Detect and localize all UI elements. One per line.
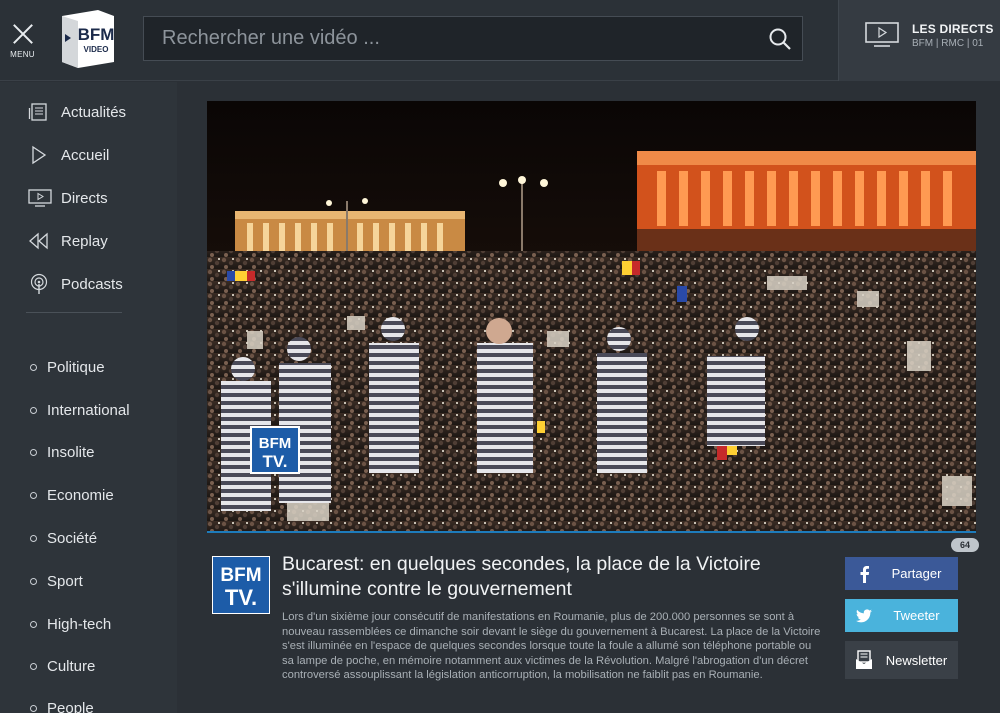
sidebar-category-politique[interactable]: Politique — [30, 354, 105, 380]
logo-text-top: BFM — [78, 25, 115, 44]
article-description: Lors d'un sixième jour consécutif de man… — [282, 611, 821, 682]
category-label: Insolite — [47, 443, 95, 461]
sidebar-item-actualites[interactable]: Actualités — [28, 97, 126, 127]
article-title: Bucarest: en quelques secondes, la place… — [282, 553, 761, 600]
video-frame: BFM TV. — [207, 101, 976, 531]
video-player[interactable]: BFM TV. — [207, 101, 976, 533]
facebook-share-label: Partager — [891, 566, 942, 581]
category-label: International — [47, 401, 130, 419]
bullet-icon — [30, 406, 37, 414]
category-label: Société — [47, 529, 98, 547]
sidebar-item-directs[interactable]: Directs — [28, 183, 108, 213]
sidebar-divider — [26, 312, 122, 313]
sidebar-category-insolite[interactable]: Insolite — [30, 439, 95, 465]
search-bar[interactable]: Rechercher une vidéo ... — [143, 16, 803, 61]
live-channels-button[interactable]: LES DIRECTS BFM | RMC | 01 — [838, 0, 1000, 81]
sidebar-category-international[interactable]: International — [30, 397, 130, 423]
bullet-icon — [30, 662, 37, 670]
rewind-icon — [28, 231, 56, 251]
bfmtv-logo[interactable]: BFM TV. — [212, 556, 270, 614]
bullet-icon — [30, 448, 37, 456]
category-label: Politique — [47, 358, 105, 376]
facebook-share-button[interactable]: Partager — [845, 557, 958, 590]
category-label: High-tech — [47, 615, 112, 633]
newsletter-button[interactable]: Newsletter — [845, 641, 958, 679]
main-content: BFM TV. 64 BFM TV. Bucarest: en quelques… — [177, 82, 1000, 713]
search-icon[interactable] — [758, 17, 802, 61]
sidebar-item-accueil[interactable]: Accueil — [28, 140, 109, 170]
directs-channels: BFM | RMC | 01 — [912, 38, 984, 49]
view-count-badge: 64 — [951, 538, 979, 552]
bullet-icon — [30, 704, 37, 712]
category-label: Sport — [47, 572, 83, 590]
sidebar-category-societe[interactable]: Société — [30, 525, 97, 551]
bullet-icon — [30, 491, 37, 499]
play-outline-icon — [28, 145, 56, 165]
sidebar: Actualités Accueil Directs Replay Podcas… — [0, 82, 177, 713]
logo-text-top: BFM — [220, 565, 261, 586]
bullet-icon — [30, 620, 37, 628]
bullet-icon — [30, 363, 37, 371]
sidebar-item-label: Directs — [61, 189, 108, 207]
sidebar-item-label: Replay — [61, 232, 108, 250]
logo-text-bottom: VIDEO — [84, 45, 109, 54]
tv-icon — [865, 22, 899, 47]
top-header: MENU BFM VIDEO Rechercher une vidéo ... … — [0, 0, 1000, 81]
close-icon — [12, 23, 34, 45]
menu-button[interactable]: MENU — [0, 0, 45, 81]
category-label: Economie — [47, 486, 114, 504]
directs-title: LES DIRECTS — [912, 22, 994, 36]
watermark-text-top: BFM — [259, 435, 292, 452]
newsletter-icon — [845, 650, 883, 670]
newspaper-icon — [28, 102, 56, 122]
facebook-icon — [845, 565, 883, 583]
menu-label: MENU — [10, 49, 35, 59]
search-input[interactable]: Rechercher une vidéo ... — [144, 27, 758, 50]
sidebar-item-label: Actualités — [61, 103, 127, 121]
category-label: People — [47, 699, 94, 713]
sidebar-category-sport[interactable]: Sport — [30, 568, 83, 594]
sidebar-item-label: Podcasts — [61, 275, 123, 293]
bullet-icon — [30, 577, 37, 585]
tv-icon — [28, 188, 56, 208]
twitter-share-button[interactable]: Tweeter — [845, 599, 958, 632]
sidebar-category-people[interactable]: People — [30, 695, 94, 713]
twitter-icon — [845, 608, 883, 623]
logo-text-bottom: TV. — [225, 585, 257, 610]
sidebar-item-podcasts[interactable]: Podcasts — [28, 269, 123, 299]
newsletter-label: Newsletter — [885, 652, 948, 668]
sidebar-category-culture[interactable]: Culture — [30, 653, 95, 679]
sidebar-category-economie[interactable]: Economie — [30, 482, 114, 508]
podcast-icon — [28, 273, 56, 295]
sidebar-item-label: Accueil — [61, 146, 110, 164]
sidebar-item-replay[interactable]: Replay — [28, 226, 108, 256]
channel-watermark: BFM TV. — [250, 426, 300, 474]
watermark-text-bottom: TV. — [263, 452, 288, 471]
bfm-video-logo[interactable]: BFM VIDEO — [58, 10, 116, 68]
twitter-share-label: Tweeter — [893, 608, 940, 623]
sidebar-category-high-tech[interactable]: High-tech — [30, 611, 111, 637]
category-label: Culture — [47, 657, 96, 675]
bullet-icon — [30, 534, 37, 542]
